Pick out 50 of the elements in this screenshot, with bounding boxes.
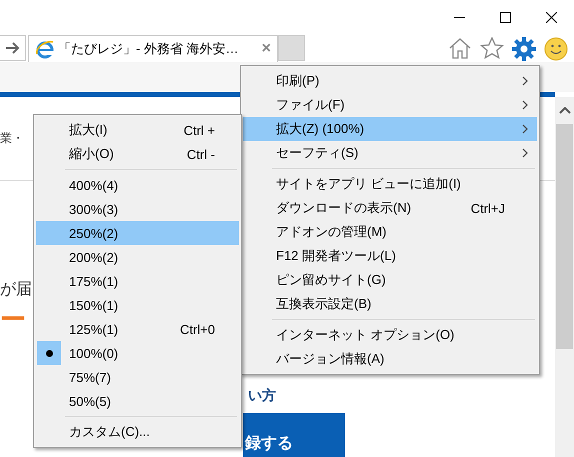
menu-item[interactable]: 175%(1) <box>36 269 239 293</box>
menu-item[interactable]: 互換表示設定(B) <box>243 292 537 316</box>
browser-logo-icon <box>35 39 55 59</box>
menu-item[interactable]: 縮小(O) Ctrl - <box>36 142 239 166</box>
menu-item[interactable]: ファイル(F) <box>243 93 537 117</box>
close-icon[interactable] <box>546 12 556 23</box>
menu-item[interactable]: F12 開発者ツール(L) <box>243 244 537 268</box>
chevron-right-icon <box>522 148 528 158</box>
menu-item[interactable]: 75%(7) <box>36 365 239 389</box>
breadcrumb-text: 業・ <box>0 131 24 145</box>
menu-item[interactable]: 拡大(I) Ctrl + <box>36 118 239 142</box>
forward-arrow-icon[interactable] <box>6 42 20 54</box>
scrollbar[interactable] <box>555 97 574 457</box>
menu-item[interactable]: 200%(2) <box>36 245 239 269</box>
menu-item[interactable]: 50%(5) <box>36 389 239 413</box>
browser-tab[interactable]: 「たびレジ」- 外務省 海外安… × <box>28 35 278 62</box>
menu-item[interactable]: ダウンロードの表示(N) Ctrl+J <box>243 196 537 220</box>
page-text: が届 <box>0 281 32 298</box>
chevron-right-icon <box>522 76 528 86</box>
star-icon[interactable] <box>480 36 504 58</box>
menu-item[interactable]: サイトをアプリ ビューに追加(I) <box>243 172 537 196</box>
chevron-right-icon <box>522 100 528 110</box>
scroll-up-icon[interactable] <box>558 107 570 114</box>
shortcut-label: Ctrl+0 <box>180 322 215 336</box>
menu-item[interactable]: 300%(3) <box>36 197 239 221</box>
menu-item[interactable]: 拡大(Z) (100%) <box>243 117 537 141</box>
minimize-icon[interactable] <box>454 17 464 18</box>
home-icon[interactable] <box>448 36 472 58</box>
menu-item[interactable]: カスタム(C)... <box>36 420 239 444</box>
menu-item[interactable]: インターネット オプション(O) <box>243 323 537 347</box>
menu-item[interactable]: ピン留めサイト(G) <box>243 268 537 292</box>
menu-item[interactable]: 150%(1) <box>36 293 239 317</box>
menu-item[interactable]: アドオンの管理(M) <box>243 220 537 244</box>
shortcut-label: Ctrl + <box>184 122 215 138</box>
shortcut-label: Ctrl - <box>186 146 215 162</box>
menu-item[interactable]: 400%(4) <box>36 173 239 197</box>
maximize-icon[interactable] <box>500 12 510 23</box>
register-button[interactable]: 録する <box>243 413 345 457</box>
menu-item[interactable]: 125%(1) Ctrl+0 <box>36 317 239 341</box>
page-heading: ー <box>0 304 26 334</box>
menu-item[interactable]: バージョン情報(A) <box>243 347 537 371</box>
tab-title: 「たびレジ」- 外務省 海外安… <box>58 40 240 58</box>
smiley-icon[interactable] <box>544 36 568 60</box>
menu-item[interactable]: 100%(0) <box>36 341 239 365</box>
tab-close-button[interactable]: × <box>262 40 271 58</box>
menu-item[interactable]: 250%(2) <box>36 221 239 245</box>
shortcut-label: Ctrl+J <box>470 200 505 216</box>
menu-item[interactable]: セーフティ(S) <box>243 141 537 165</box>
page-link[interactable]: い方 <box>248 387 276 403</box>
chevron-right-icon <box>522 124 528 134</box>
